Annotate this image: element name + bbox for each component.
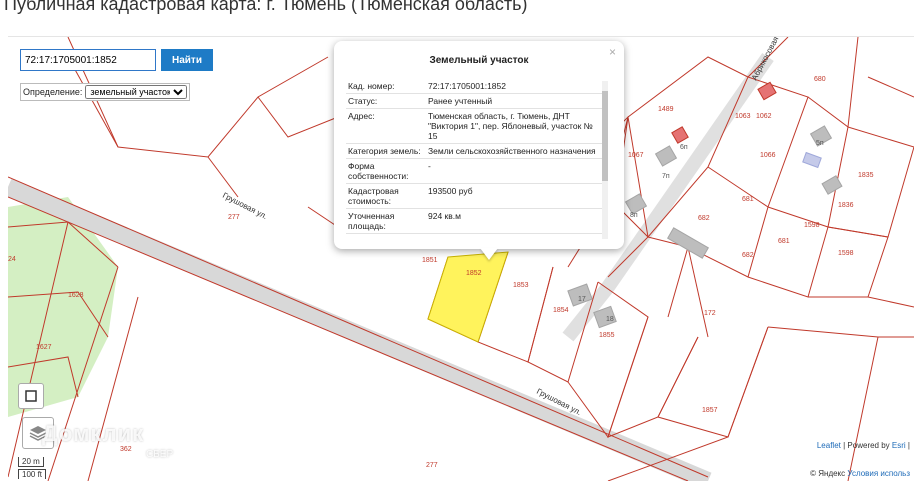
cadastral-number-input[interactable]	[20, 49, 156, 71]
parcel-label-1066: 1066	[760, 152, 776, 159]
square-icon	[25, 390, 37, 402]
parcel-label-18: 18	[606, 316, 614, 323]
parcel-label-7p: 7п	[662, 173, 670, 180]
scale-metric: 20 m	[18, 457, 44, 467]
popup-row: Категория земель: Земли сельскохозяйствен…	[346, 144, 606, 159]
popup-scrollbar[interactable]	[602, 81, 608, 239]
parcel-label-1835: 1835	[858, 172, 874, 179]
parcel-label-1062: 1062	[756, 113, 772, 120]
row-value: 924 кв.м	[428, 211, 461, 221]
parcel-label-1852: 1852	[466, 270, 482, 277]
parcel-label-5p: 5п	[816, 140, 824, 147]
row-value: 193500 руб	[428, 186, 473, 196]
parcel-label-1598a: 1598	[804, 222, 820, 229]
row-key: Уточненная площадь:	[348, 211, 395, 231]
attribution-pipe: |	[907, 441, 910, 450]
parcel-label-277b: 277	[426, 462, 438, 469]
popup-row: Адрес: Тюменская область, г. Тюмень, ДНТ …	[346, 109, 606, 144]
scrollbar-thumb[interactable]	[602, 91, 608, 181]
leaflet-link[interactable]: Leaflet	[817, 441, 841, 450]
esri-link[interactable]: Esri	[892, 441, 906, 450]
attribution-yandex: © Яндекс Условия использ	[810, 469, 910, 478]
row-key: Адрес:	[348, 111, 375, 121]
parcel-label-172: 172	[704, 310, 716, 317]
parcel-label-1598b: 1598	[838, 250, 854, 257]
popup-row: Кад. номер: 72:17:1705001:1852	[346, 79, 606, 94]
definition-control: Определение: земельный участок	[20, 83, 191, 101]
parcel-label-277a: 277	[228, 214, 240, 221]
page-title: Публичная кадастровая карта: г. Тюмень (…	[4, 0, 528, 14]
parcel-label-6p: 6п	[680, 144, 688, 151]
row-value: Тюменская область, г. Тюмень, ДНТ "Викто…	[428, 111, 593, 141]
definition-select[interactable]: земельный участок	[85, 85, 188, 99]
fullscreen-button[interactable]	[18, 383, 44, 409]
parcel-label-362: 362	[120, 446, 132, 453]
popup-row: Форма собственности: -	[346, 159, 606, 184]
search-control: Найти	[20, 49, 213, 71]
yandex-copyright: © Яндекс	[810, 469, 846, 478]
parcel-label-1067: 1067	[628, 152, 644, 159]
parcel-label-1853: 1853	[513, 282, 529, 289]
parcel-label-1628: 1628	[68, 292, 84, 299]
row-key: Кадастровая стоимость:	[348, 186, 399, 206]
parcel-label-8p: 8п	[630, 212, 638, 219]
row-value: 72:17:1705001:1852	[428, 81, 506, 91]
selected-parcel	[427, 251, 509, 343]
parcel-label-24: 24	[8, 256, 16, 263]
row-key: Кад. номер:	[348, 81, 395, 91]
powered-by: | Powered by	[843, 441, 890, 450]
terms-link[interactable]: Условия использ	[847, 469, 910, 478]
popup-row: Уточненная площадь: 924 кв.м	[346, 209, 606, 234]
find-button[interactable]: Найти	[161, 49, 213, 71]
parcel-label-1855: 1855	[599, 332, 615, 339]
definition-label: Определение:	[23, 87, 83, 97]
row-key: Форма собственности:	[348, 161, 409, 181]
parcel-label-17: 17	[578, 296, 586, 303]
parcel-popup: × Земельный участок Кад. номер: 72:17:170…	[334, 41, 624, 249]
row-value: Ранее учтенный	[428, 96, 493, 106]
parcel-label-682a: 682	[698, 215, 710, 222]
parcel-label-1627: 1627	[36, 344, 52, 351]
popup-title: Земельный участок	[429, 55, 529, 66]
scale-imperial: 100 ft	[18, 469, 47, 479]
parcel-label-1836: 1836	[838, 202, 854, 209]
parcel-label-1489: 1489	[658, 106, 674, 113]
watermark-brand: Домклик	[42, 421, 145, 446]
parcel-label-1063: 1063	[735, 113, 751, 120]
parcel-label-1851: 1851	[422, 257, 438, 264]
attribution-leaflet: Leaflet | Powered by Esri |	[817, 441, 910, 450]
parcel-label-680: 680	[814, 76, 826, 83]
popup-row: Статус: Ранее учтенный	[346, 94, 606, 109]
watermark-sub: СБЕР	[146, 449, 174, 460]
row-key: Статус:	[348, 96, 378, 106]
parcel-label-681b: 681	[778, 238, 790, 245]
parcel-label-682b: 682	[742, 252, 754, 259]
row-value: Земли сельскохозяйственного назначения	[428, 146, 596, 156]
cadastral-map[interactable]: 1852 1851 1853 1854 1855 17 18 172 1857 …	[8, 36, 914, 481]
popup-row: Кадастровая стоимость: 193500 руб	[346, 184, 606, 209]
popup-body: Кад. номер: 72:17:1705001:1852 Статус: Ран…	[346, 79, 606, 239]
parcel-label-681a: 681	[742, 196, 754, 203]
parcel-label-1854: 1854	[553, 307, 569, 314]
parcel-label-1857: 1857	[702, 407, 718, 414]
popup-tip	[480, 248, 498, 260]
row-key: Категория земель:	[348, 146, 421, 156]
row-value: -	[428, 161, 431, 171]
